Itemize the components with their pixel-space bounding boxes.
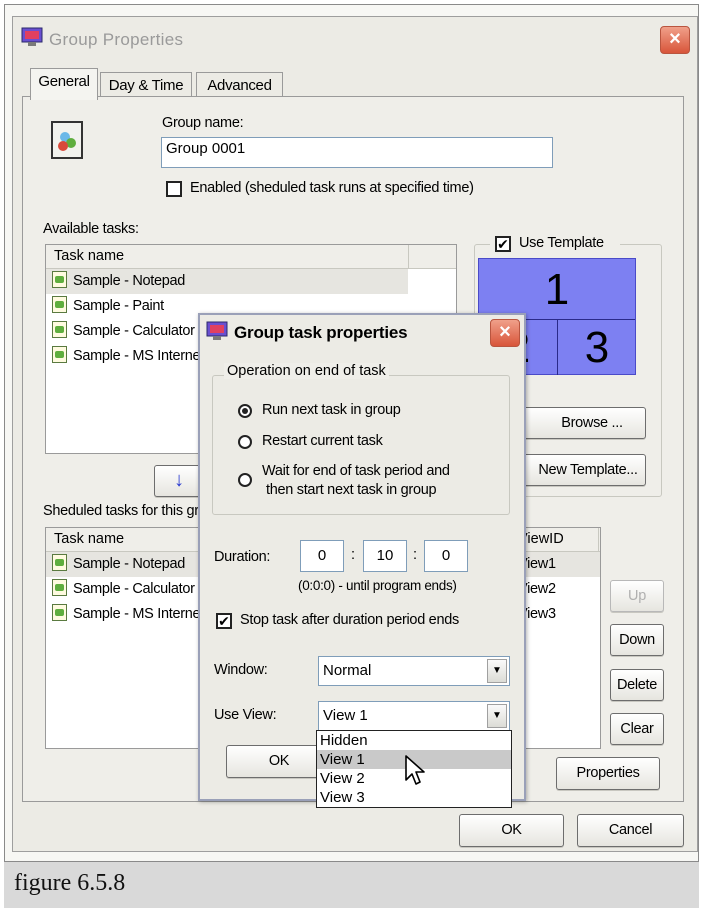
duration-separator: :	[351, 547, 355, 563]
radio-run-next-label: Run next task in group	[262, 402, 401, 418]
window-label: Window:	[214, 662, 268, 678]
radio-wait-label-2: then start next task in group	[266, 482, 437, 498]
task-icon	[52, 321, 67, 338]
scheduled-header-task-name[interactable]: Task name	[54, 531, 124, 547]
group-tasks-icon	[51, 121, 83, 159]
close-button[interactable]: ×	[660, 26, 690, 54]
duration-minutes-input[interactable]: 10	[363, 540, 407, 572]
radio-run-next[interactable]	[238, 404, 252, 418]
chevron-down-icon[interactable]: ▼	[487, 659, 507, 683]
add-to-schedule-button[interactable]: ↓	[154, 465, 204, 497]
ok-button[interactable]: OK	[459, 814, 564, 847]
cancel-button[interactable]: Cancel	[577, 814, 684, 847]
duration-seconds-input[interactable]: 0	[424, 540, 468, 572]
task-name: Sample - Calculator	[73, 581, 195, 597]
window-select-value: Normal	[323, 662, 372, 679]
group-name-label: Group name:	[162, 115, 244, 131]
radio-restart-label: Restart current task	[262, 433, 383, 449]
arrow-down-icon: ↓	[174, 469, 184, 491]
task-icon	[52, 346, 67, 363]
stop-task-label: Stop task after duration period ends	[240, 612, 459, 628]
popup-title-bar[interactable]: Group task properties ×	[200, 315, 524, 351]
task-name: Sample - Notepad	[73, 556, 186, 572]
use-view-label: Use View:	[214, 707, 277, 723]
title-bar[interactable]: Group Properties ×	[13, 17, 697, 61]
task-name: Sample - Calculator	[73, 323, 195, 339]
up-button[interactable]: Up	[610, 580, 664, 612]
chevron-down-icon[interactable]: ▼	[487, 704, 507, 728]
duration-label: Duration:	[214, 549, 271, 565]
task-icon	[52, 271, 67, 288]
app-monitor-icon	[21, 27, 43, 46]
app-monitor-icon	[206, 321, 228, 340]
tab-general[interactable]: General	[30, 68, 98, 100]
mouse-cursor-icon	[405, 755, 425, 785]
group-task-properties-dialog: Group task properties × Operation on end…	[198, 313, 526, 801]
clear-button[interactable]: Clear	[610, 713, 664, 745]
enabled-label: Enabled (sheduled task runs at specified…	[190, 180, 474, 196]
list-item[interactable]: Sample - Notepad	[46, 269, 408, 294]
radio-wait-label-1: Wait for end of task period and	[262, 463, 450, 479]
template-cell-1: 1	[544, 265, 570, 314]
use-template-checkbox[interactable]: ✔	[495, 236, 511, 252]
template-cell-3: 3	[584, 323, 610, 372]
duration-hours-input[interactable]: 0	[300, 540, 344, 572]
operation-legend: Operation on end of task	[224, 363, 389, 379]
task-icon	[52, 604, 67, 621]
window-title: Group Properties	[49, 30, 184, 49]
window-select[interactable]: Normal ▼	[318, 656, 510, 686]
use-template-label: Use Template	[519, 235, 604, 251]
radio-restart[interactable]	[238, 435, 252, 449]
use-view-select[interactable]: View 1 ▼	[318, 701, 510, 731]
task-icon	[52, 554, 67, 571]
task-icon	[52, 296, 67, 313]
duration-hint: (0:0:0) - until program ends)	[298, 578, 457, 593]
down-button[interactable]: Down	[610, 624, 664, 656]
task-name: Sample - Paint	[73, 298, 164, 314]
available-tasks-label: Available tasks:	[43, 221, 139, 237]
properties-button[interactable]: Properties	[556, 757, 660, 790]
stop-task-checkbox[interactable]: ✔	[216, 613, 232, 629]
group-name-input[interactable]: Group 0001	[161, 137, 553, 168]
task-name: Sample - Notepad	[73, 273, 186, 289]
header-divider	[408, 245, 409, 269]
view-option-hidden[interactable]: Hidden	[317, 731, 511, 750]
popup-close-button[interactable]: ×	[490, 319, 520, 347]
figure-caption-bar: figure 6.5.8	[4, 861, 699, 908]
duration-separator: :	[413, 547, 417, 563]
figure-caption: figure 6.5.8	[14, 870, 126, 896]
available-header-task-name[interactable]: Task name	[46, 245, 456, 269]
radio-wait[interactable]	[238, 473, 252, 487]
header-divider	[598, 528, 599, 552]
task-icon	[52, 579, 67, 596]
view-option-view-3[interactable]: View 3	[317, 788, 511, 807]
delete-button[interactable]: Delete	[610, 669, 664, 701]
popup-title: Group task properties	[234, 323, 408, 342]
enabled-checkbox[interactable]	[166, 181, 182, 197]
use-view-select-value: View 1	[323, 707, 368, 724]
